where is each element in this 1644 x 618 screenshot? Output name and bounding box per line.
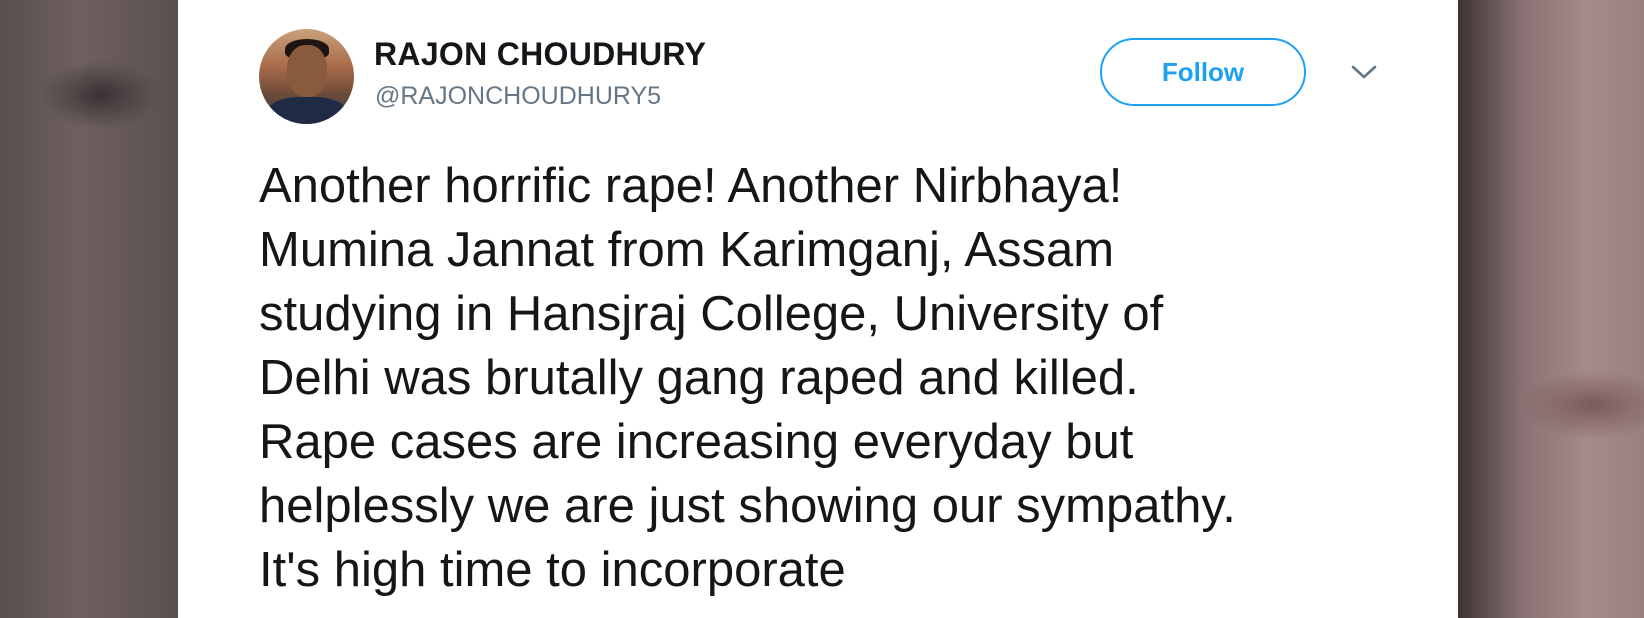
tweet-text-line: Mumina Jannat from Karimganj, Assam xyxy=(259,223,1115,277)
tweet-text-line: Rape cases are increasing everyday but xyxy=(259,415,1134,469)
tweet-card: RAJON CHOUDHURY @RAJONCHOUDHURY5 Follow … xyxy=(178,0,1458,618)
follow-button[interactable]: Follow xyxy=(1100,38,1306,106)
avatar[interactable] xyxy=(259,29,354,124)
author-name[interactable]: RAJON CHOUDHURY xyxy=(374,36,706,73)
tweet-text: Another horrific rape! Another Nirbhaya!… xyxy=(259,154,1399,602)
tweet-text-line: Another horrific rape! Another Nirbhaya! xyxy=(259,159,1123,213)
tweet-text-line: helplessly we are just showing our sympa… xyxy=(259,479,1236,533)
avatar-shirt xyxy=(267,97,347,124)
avatar-face xyxy=(287,45,327,97)
author-handle[interactable]: @RAJONCHOUDHURY5 xyxy=(375,82,661,111)
tweet-text-line: studying in Hansjraj College, University… xyxy=(259,287,1164,341)
background-photo-left xyxy=(0,0,178,618)
tweet-text-line: Delhi was brutally gang raped and killed… xyxy=(259,351,1139,405)
tweet-text-line: It's high time to incorporate xyxy=(259,543,846,597)
chevron-down-icon[interactable] xyxy=(1350,62,1378,82)
background-photo-right xyxy=(1458,0,1644,618)
